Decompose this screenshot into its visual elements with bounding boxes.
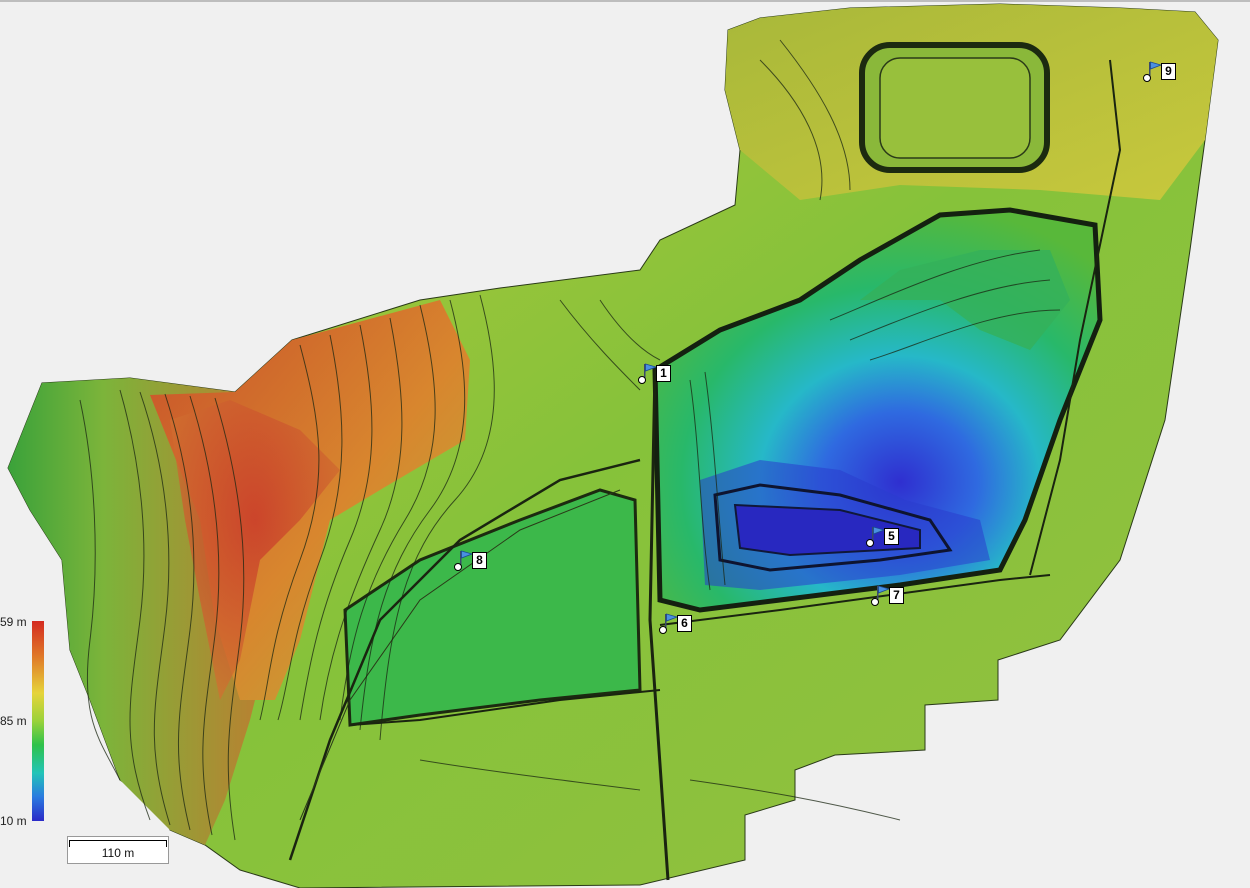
marker-9[interactable]: 9 [1143, 61, 1177, 87]
marker-1[interactable]: 1 [638, 363, 672, 389]
elevation-map[interactable] [0, 0, 1250, 888]
elevation-legend-bar [32, 621, 44, 821]
marker-6[interactable]: 6 [659, 613, 693, 639]
marker-number: 9 [1161, 63, 1176, 80]
marker-number: 5 [884, 528, 899, 545]
marker-number: 7 [889, 587, 904, 604]
marker-dot [1143, 74, 1151, 82]
marker-8[interactable]: 8 [454, 550, 488, 576]
marker-dot [638, 376, 646, 384]
marker-dot [454, 563, 462, 571]
legend-bottom-label: 10 m [0, 814, 27, 828]
marker-dot [659, 626, 667, 634]
marker-number: 8 [472, 552, 487, 569]
scale-bar: 110 m [67, 836, 169, 864]
marker-5[interactable]: 5 [866, 526, 900, 552]
marker-number: 6 [677, 615, 692, 632]
marker-dot [871, 598, 879, 606]
marker-dot [866, 539, 874, 547]
legend-mid-label: 85 m [0, 714, 27, 728]
scale-bar-label: 110 m [101, 846, 135, 860]
marker-number: 1 [656, 365, 671, 382]
marker-7[interactable]: 7 [871, 585, 905, 611]
legend-top-label: 59 m [0, 615, 27, 629]
